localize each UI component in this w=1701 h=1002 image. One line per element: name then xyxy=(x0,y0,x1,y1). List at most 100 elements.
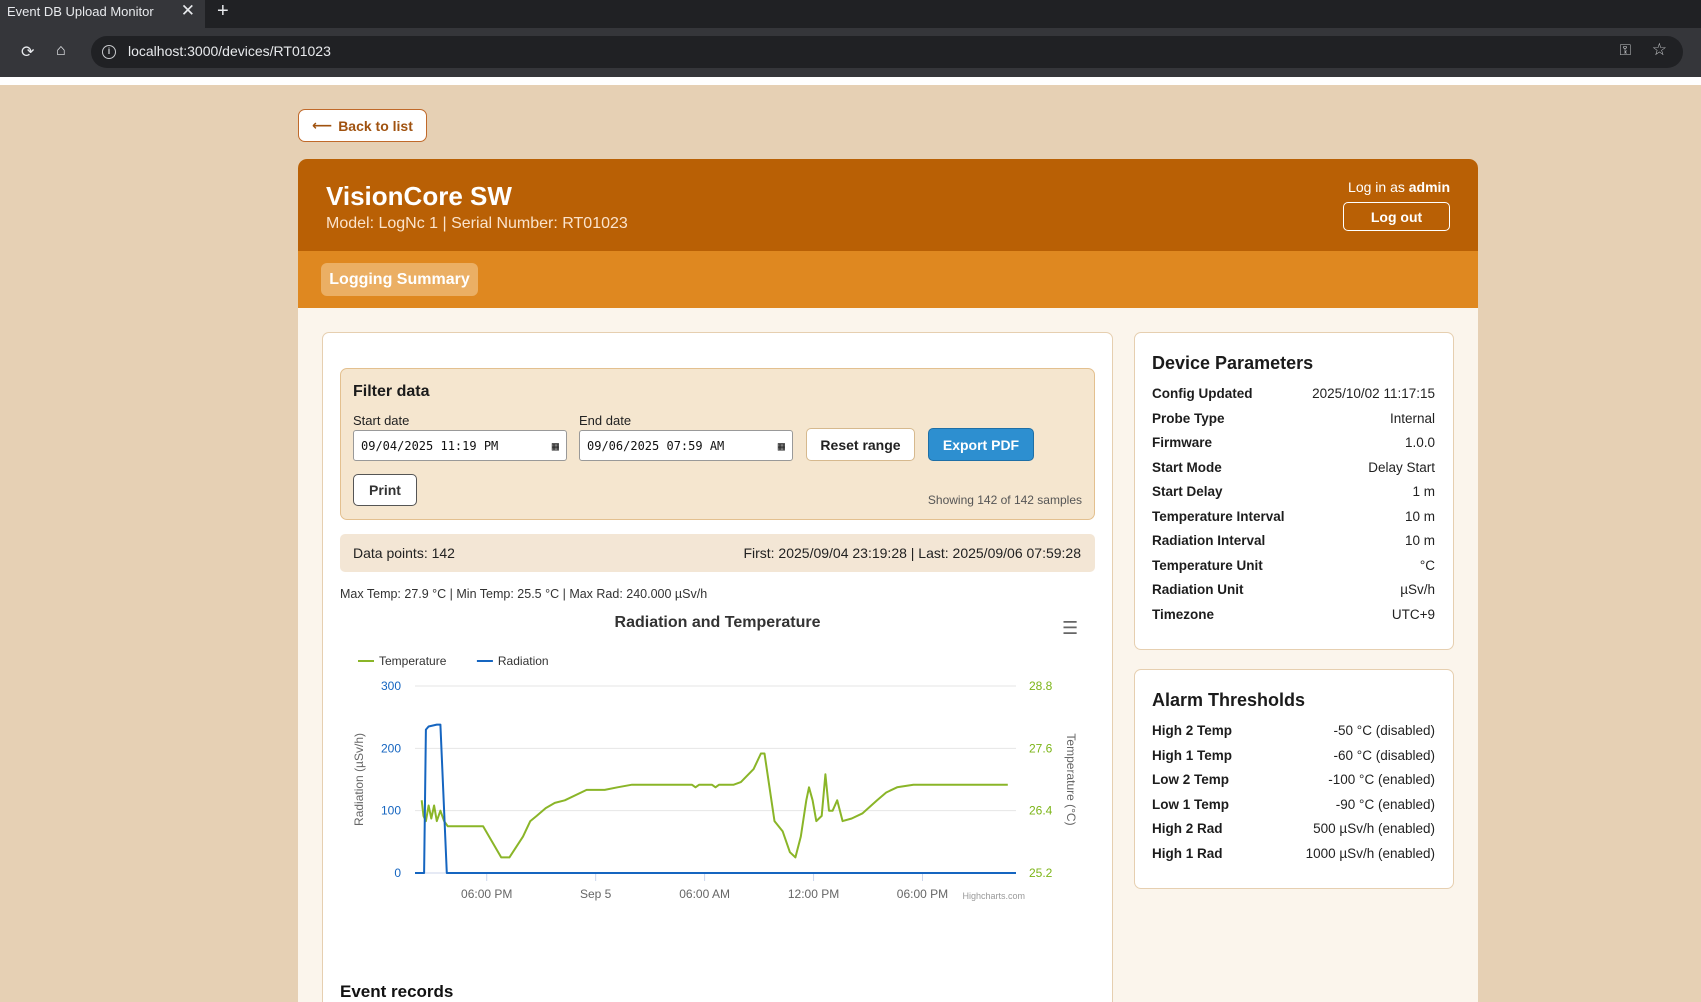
param-row: Probe Type Internal xyxy=(1152,411,1435,426)
logging-panel: Filter data Start date 09/04/2025 11:19 … xyxy=(322,332,1113,1002)
browser-tab[interactable]: Event DB Upload Monitor ✕ xyxy=(0,0,205,28)
y-right-axis-title: Temperature (°C) xyxy=(1064,733,1078,825)
chart-svg: 300 28.8 200 27.6 100 26.4 0 25.2 06:00 PM Sep 5 0… xyxy=(352,654,1078,901)
url-text[interactable]: localhost:3000/devices/RT01023 xyxy=(128,43,331,59)
y-left-tick-label: 100 xyxy=(381,804,401,818)
start-date-value: 09/04/2025 11:19 PM xyxy=(361,438,499,453)
reset-range-button[interactable]: Reset range xyxy=(806,428,915,461)
alarm-key: Low 2 Temp xyxy=(1152,772,1230,787)
param-key: Temperature Interval xyxy=(1152,508,1285,524)
param-value: Delay Start xyxy=(1368,459,1435,475)
alarm-value: -50 °C (disabled) xyxy=(1333,723,1435,738)
alarm-row: High 2 Temp -50 °C (disabled) xyxy=(1152,723,1435,738)
param-key: Config Updated xyxy=(1152,386,1253,401)
export-pdf-button[interactable]: Export PDF xyxy=(928,428,1034,461)
param-value: UTC+9 xyxy=(1391,606,1435,622)
param-key: Temperature Unit xyxy=(1152,557,1263,573)
param-value: 10 m xyxy=(1404,508,1435,524)
param-key: Probe Type xyxy=(1152,410,1225,426)
param-value: 2025/10/02 11:17:15 xyxy=(1312,386,1435,401)
end-date-input[interactable]: 09/06/2025 07:59 AM ▦ xyxy=(579,430,793,461)
site-info-icon[interactable]: i xyxy=(102,45,116,59)
filter-box: Filter data Start date 09/04/2025 11:19 … xyxy=(340,368,1095,520)
new-tab-icon[interactable]: + xyxy=(217,0,229,23)
bookmark-star-icon[interactable]: ☆ xyxy=(1652,40,1667,60)
start-date-input[interactable]: 09/04/2025 11:19 PM ▦ xyxy=(353,430,567,461)
y-right-tick-label: 26.4 xyxy=(1029,804,1053,818)
end-date-value: 09/06/2025 07:59 AM xyxy=(587,438,725,453)
alarm-row: Low 2 Temp -100 °C (enabled) xyxy=(1152,772,1435,787)
device-parameters-title: Device Parameters xyxy=(1152,353,1314,373)
x-tick-label: 06:00 AM xyxy=(679,887,730,901)
alarm-key: High 1 Rad xyxy=(1152,845,1223,861)
temperature-series-line xyxy=(420,752,1008,859)
alarm-key: Low 1 Temp xyxy=(1152,796,1230,812)
alarm-value: 1000 µSv/h (enabled) xyxy=(1305,845,1435,861)
x-tick-label: 12:00 PM xyxy=(788,887,839,901)
tab-close-icon[interactable]: ✕ xyxy=(181,1,195,21)
x-tick-label: 06:00 PM xyxy=(897,887,948,901)
y-left-tick-label: 300 xyxy=(381,679,401,693)
password-key-icon[interactable]: ⚿ xyxy=(1620,42,1631,59)
stats-bar: Data points: 142 First: 2025/09/04 23:19… xyxy=(340,534,1095,572)
alarm-thresholds-title: Alarm Thresholds xyxy=(1152,690,1306,710)
tab-title: Event DB Upload Monitor xyxy=(7,4,154,19)
browser-toolbar: ⟳ ⌂ i localhost:3000/devices/RT01023 ⚿ ☆ xyxy=(0,28,1701,77)
param-key: Timezone xyxy=(1152,606,1215,622)
param-row: Radiation Interval 10 m xyxy=(1152,533,1435,548)
param-value: 1 m xyxy=(1412,484,1435,499)
y-left-tick-label: 200 xyxy=(381,741,401,755)
param-value: 10 m xyxy=(1404,533,1435,548)
back-to-list-button[interactable]: ⟵ Back to list xyxy=(298,109,427,142)
login-prefix: Log in as xyxy=(1348,179,1409,195)
legend-item-temperature: Temperature xyxy=(379,654,447,668)
calendar-icon[interactable]: ▦ xyxy=(778,439,785,453)
x-tick-label: Sep 5 xyxy=(580,887,612,901)
y-right-tick-label: 28.8 xyxy=(1029,679,1053,693)
alarm-value: -90 °C (enabled) xyxy=(1335,796,1435,812)
param-value: 1.0.0 xyxy=(1404,435,1435,450)
param-key: Radiation Interval xyxy=(1152,533,1266,548)
param-key: Firmware xyxy=(1152,435,1213,450)
param-row: Config Updated 2025/10/02 11:17:15 xyxy=(1152,386,1435,401)
y-left-tick-label: 0 xyxy=(394,866,401,880)
browser-tab-bar: Event DB Upload Monitor ✕ + xyxy=(0,0,1701,28)
print-button[interactable]: Print xyxy=(353,474,417,506)
subnav: Logging Summary xyxy=(298,251,1478,308)
param-row: Temperature Unit °C xyxy=(1152,558,1435,573)
home-icon[interactable]: ⌂ xyxy=(56,42,66,60)
param-row: Start Mode Delay Start xyxy=(1152,460,1435,475)
tab-logging-summary[interactable]: Logging Summary xyxy=(321,263,478,296)
login-status: Log in as admin xyxy=(1348,179,1450,195)
back-to-list-label: Back to list xyxy=(338,117,413,134)
alarm-value: -100 °C (enabled) xyxy=(1328,772,1435,787)
param-row: Firmware 1.0.0 xyxy=(1152,435,1435,450)
reload-icon[interactable]: ⟳ xyxy=(21,42,34,62)
chart-credits: Highcharts.com xyxy=(962,891,1025,901)
param-value: °C xyxy=(1419,557,1435,573)
y-left-axis-title: Radiation (µSv/h) xyxy=(352,733,366,826)
address-bar[interactable]: i localhost:3000/devices/RT01023 ⚿ ☆ xyxy=(91,36,1683,68)
alarm-key: High 1 Temp xyxy=(1152,747,1233,763)
data-points: Data points: 142 xyxy=(353,545,455,561)
device-name: VisionCore SW xyxy=(326,181,512,211)
samples-count: Showing 142 of 142 samples xyxy=(927,493,1082,507)
alarm-key: High 2 Rad xyxy=(1152,821,1223,836)
alarm-row: High 1 Rad 1000 µSv/h (enabled) xyxy=(1152,846,1435,861)
device-card: VisionCore SW Model: LogNc 1 | Serial Nu… xyxy=(298,159,1478,1002)
param-row: Start Delay 1 m xyxy=(1152,484,1435,499)
legend-item-radiation: Radiation xyxy=(498,654,549,668)
start-date-label: Start date xyxy=(353,413,410,428)
param-key: Start Delay xyxy=(1152,484,1223,499)
calendar-icon[interactable]: ▦ xyxy=(552,439,559,453)
end-date-label: End date xyxy=(579,413,632,428)
alarm-thresholds-panel: Alarm Thresholds High 2 Temp -50 °C (disa… xyxy=(1134,669,1454,889)
logout-button[interactable]: Log out xyxy=(1343,202,1450,231)
filter-title: Filter data xyxy=(353,383,430,400)
login-user: admin xyxy=(1408,179,1450,195)
param-row: Timezone UTC+9 xyxy=(1152,607,1435,622)
device-subtitle: Model: LogNc 1 | Serial Number: RT01023 xyxy=(326,215,628,232)
device-header: VisionCore SW Model: LogNc 1 | Serial Nu… xyxy=(298,159,1478,251)
minmax-summary: Max Temp: 27.9 °C | Min Temp: 25.5 °C | … xyxy=(340,587,708,601)
x-tick-label: 06:00 PM xyxy=(461,887,512,901)
